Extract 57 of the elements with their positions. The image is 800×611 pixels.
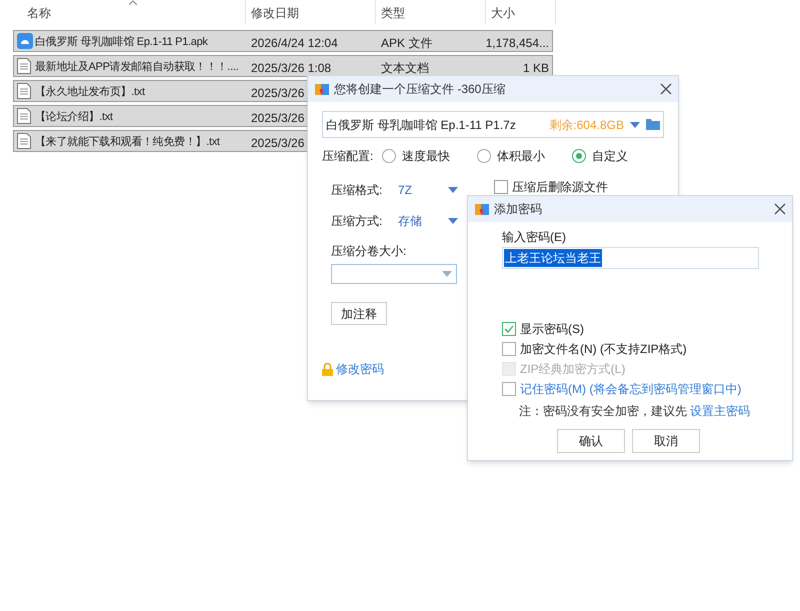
- file-type: APK 文件: [381, 35, 432, 52]
- file-date: 2025/3/26: [251, 85, 304, 102]
- file-name: 最新地址及APP请发邮箱自动获取！！！....: [35, 60, 238, 75]
- dialog-title: 添加密码: [494, 201, 543, 218]
- file-name: 白俄罗斯 母乳咖啡馆 Ep.1-11 P1.apk: [35, 34, 208, 50]
- file-name: 【永久地址发布页】.txt: [35, 84, 145, 100]
- lock-icon: [322, 362, 333, 376]
- method-label: 压缩方式:: [331, 213, 384, 230]
- file-size: 1 KB: [522, 60, 549, 77]
- format-value[interactable]: 7Z: [398, 181, 448, 199]
- text-file-icon: [17, 83, 31, 99]
- dropdown-caret-icon[interactable]: [442, 271, 452, 277]
- comment-button[interactable]: 加注释: [331, 302, 387, 325]
- column-header[interactable]: 类型: [381, 4, 405, 22]
- file-name: 【来了就能下载和观看！纯免费！】.txt: [35, 134, 220, 150]
- password-label: 输入密码(E): [502, 229, 567, 246]
- filename-field[interactable]: 白俄罗斯 母乳咖啡馆 Ep.1-11 P1.7z 剩余:604.8GB: [322, 111, 664, 138]
- option-checkbox[interactable]: 加密文件名(N) (不支持ZIP格式): [502, 341, 759, 356]
- app-file-icon: [17, 33, 33, 49]
- file-date: 2026/4/24 12:04: [251, 35, 338, 52]
- text-file-icon: [17, 58, 31, 74]
- file-date: 2025/3/26 1:08: [251, 60, 332, 77]
- dropdown-caret-icon[interactable]: [448, 218, 458, 224]
- file-row[interactable]: 白俄罗斯 母乳咖啡馆 Ep.1-11 P1.apk 2026/4/24 12:04 APK 文件 1,178,454...: [13, 30, 553, 52]
- password-text: 上老王论坛当老王: [504, 249, 602, 267]
- folder-icon[interactable]: [646, 119, 660, 130]
- dialog-title: 您将创建一个压缩文件 -360压缩: [334, 81, 506, 98]
- column-header[interactable]: 修改日期: [251, 4, 299, 22]
- close-icon[interactable]: [660, 83, 672, 95]
- option-checkbox[interactable]: 显示密码(S): [502, 321, 759, 336]
- file-date: 2025/3/26: [251, 110, 304, 127]
- master-password-link[interactable]: 设置主密码: [690, 402, 750, 420]
- archive-icon: [314, 81, 330, 97]
- file-type: 文本文档: [381, 60, 429, 77]
- file-date: 2025/3/26: [251, 135, 304, 152]
- column-header[interactable]: 名称: [27, 4, 51, 22]
- delete-source-checkbox[interactable]: 压缩后删除源文件: [494, 178, 608, 196]
- close-icon[interactable]: [774, 203, 786, 215]
- change-password-link[interactable]: 修改密码: [336, 360, 384, 378]
- dialog-button[interactable]: 取消: [632, 429, 700, 453]
- dropdown-caret-icon[interactable]: [448, 187, 458, 193]
- file-size: 1,178,454...: [486, 35, 549, 52]
- dialog-button[interactable]: 确认: [557, 429, 625, 453]
- password-field[interactable]: 上老王论坛当老王: [502, 247, 759, 269]
- volume-label: 压缩分卷大小:: [331, 243, 408, 260]
- column-header[interactable]: 大小: [491, 4, 515, 22]
- preset-radio[interactable]: 自定义: [568, 147, 664, 165]
- file-name: 【论坛介绍】.txt: [35, 110, 113, 125]
- note-text: 注：密码没有安全加密，建议先: [519, 403, 687, 420]
- format-label: 压缩格式:: [331, 182, 384, 199]
- archive-icon: [474, 201, 490, 217]
- method-value[interactable]: 存储: [398, 212, 448, 230]
- file-row[interactable]: 最新地址及APP请发邮箱自动获取！！！.... 2025/3/26 1:08 文本文档 1 KB: [13, 55, 553, 77]
- option-checkbox[interactable]: 记住密码(M) (将会备忘到密码管理窗口中): [502, 381, 759, 396]
- dropdown-caret-icon[interactable]: [630, 122, 640, 128]
- text-file-icon: [17, 133, 31, 149]
- text-file-icon: [17, 108, 31, 124]
